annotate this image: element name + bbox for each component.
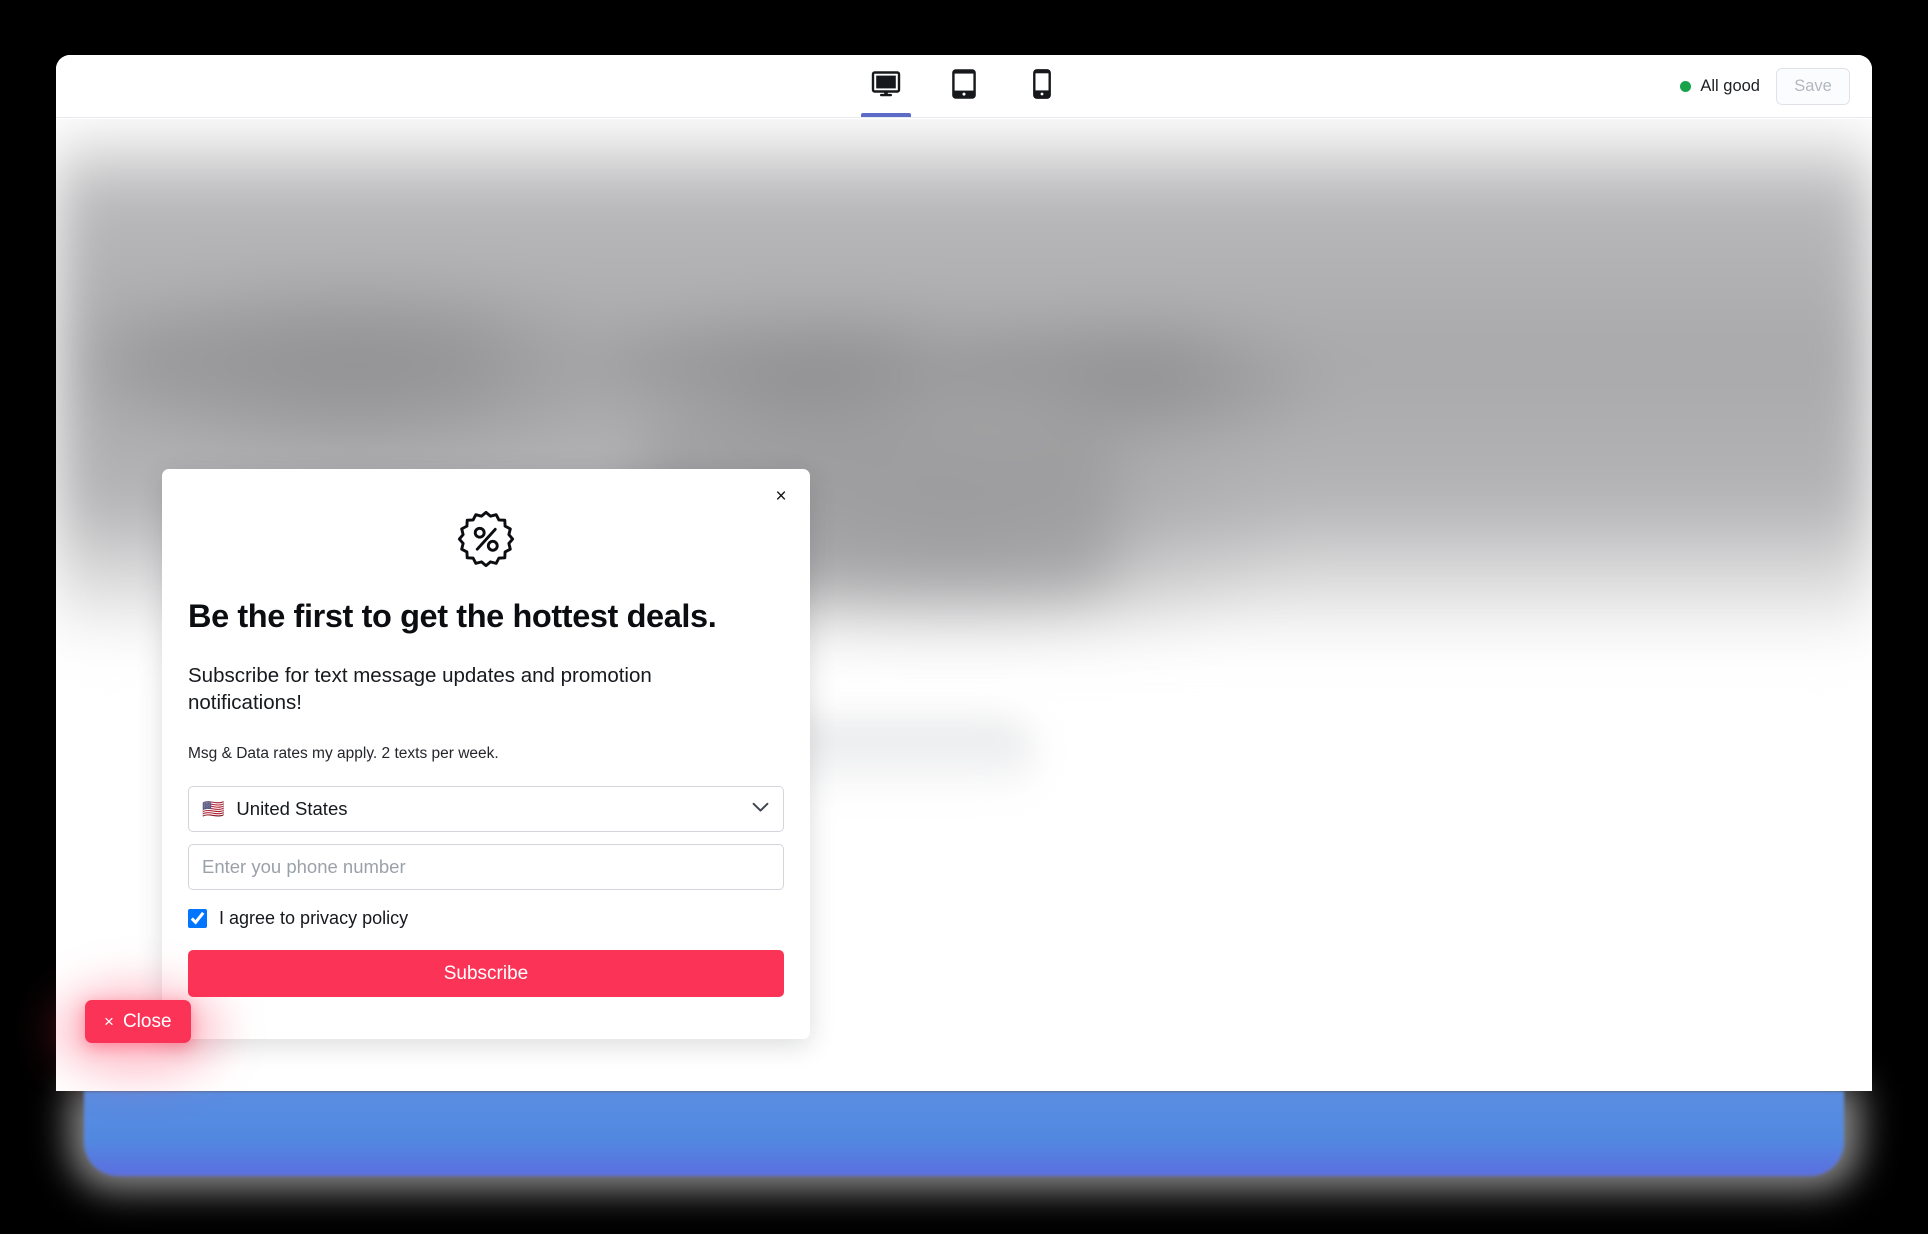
device-tab-desktop[interactable] (858, 55, 914, 117)
country-select[interactable]: 🇺🇸 United States (188, 786, 784, 833)
screenshot-stage: All good Save × Be the first to get the … (0, 0, 1928, 1234)
status-label: All good (1700, 77, 1760, 95)
close-icon: × (104, 1012, 114, 1031)
subscribe-popup: × Be the first to get the hottest deals.… (162, 469, 810, 1039)
editor-window: All good Save × Be the first to get the … (56, 55, 1872, 1091)
chevron-down-icon (752, 800, 769, 818)
status-badge: All good (1680, 77, 1760, 96)
us-flag-icon: 🇺🇸 (202, 799, 225, 820)
subscribe-button[interactable]: Subscribe (188, 950, 784, 998)
save-button[interactable]: Save (1776, 68, 1850, 105)
editor-toolbar: All good Save (56, 55, 1872, 118)
percent-badge-icon (188, 509, 784, 571)
toolbar-right-group: All good Save (1680, 55, 1850, 118)
mobile-icon (1033, 69, 1051, 99)
close-button-label: Close (122, 1010, 172, 1032)
popup-headline: Be the first to get the hottest deals. (188, 598, 717, 634)
device-preview-switcher (858, 55, 1070, 117)
privacy-policy-checkbox[interactable] (188, 909, 207, 929)
consent-row: I agree to privacy policy (188, 908, 784, 929)
phone-number-input[interactable] (188, 844, 784, 891)
site-footer-band (84, 1091, 1844, 1176)
device-tab-mobile[interactable] (1014, 55, 1070, 117)
device-tab-tablet[interactable] (936, 55, 992, 117)
close-preview-button[interactable]: × Close (85, 1000, 191, 1043)
country-select-value: United States (236, 798, 348, 820)
popup-close-icon[interactable]: × (768, 483, 794, 509)
popup-body-text: Subscribe for text message updates and p… (188, 664, 652, 715)
popup-fineprint: Msg & Data rates my apply. 2 texts per w… (188, 745, 499, 763)
desktop-icon (871, 71, 901, 97)
tablet-icon (952, 69, 976, 99)
privacy-policy-label[interactable]: I agree to privacy policy (219, 908, 408, 929)
status-dot-icon (1680, 81, 1692, 92)
